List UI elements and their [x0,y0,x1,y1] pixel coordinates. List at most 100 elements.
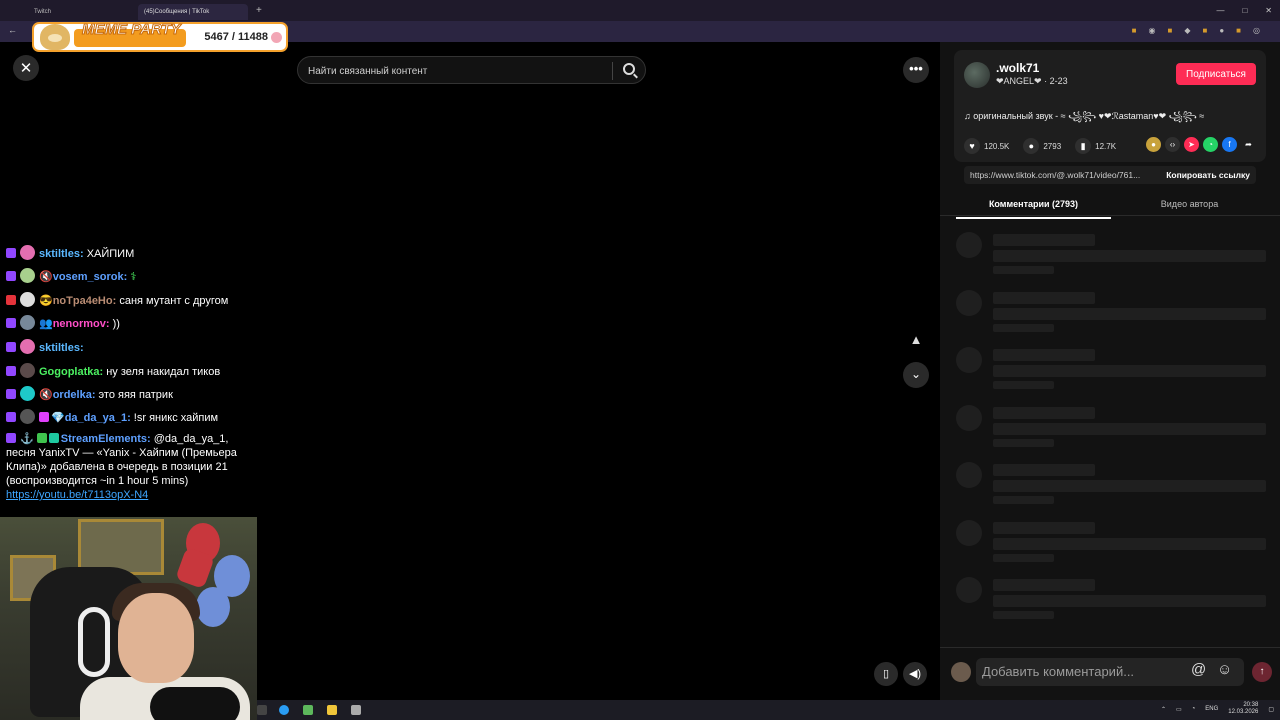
twitch-badge-icon [6,366,16,376]
avatar [20,386,35,401]
avatar [20,292,35,307]
chat-message: sktiltles: ХАЙПИМ [6,245,256,261]
clock-time: 20:38 [1243,702,1259,708]
extension-icon[interactable]: ◎ [1253,26,1260,35]
close-viewer-button[interactable]: ✕ [13,55,39,81]
tab-twitch[interactable]: Twitch [28,4,138,20]
extension-icon[interactable]: ◉ [1149,26,1156,35]
new-tab-button[interactable]: + [256,5,262,16]
chat-link[interactable]: https://youtu.be/t7113opX-N4 [6,489,148,501]
share-coin-icon[interactable]: ● [1146,137,1161,152]
maximize-button[interactable]: □ [1242,6,1247,15]
emoji-icon[interactable]: ☺ [1217,661,1232,678]
balloon [196,587,230,627]
previous-video-button[interactable]: ▲ [907,331,925,349]
back-button[interactable]: ← [8,25,17,35]
microphone [150,687,240,720]
copy-link-button[interactable]: Копировать ссылку [1166,170,1250,180]
meme-party-title: MEME PARTY [82,21,182,39]
window-controls: — □ ✕ [1216,0,1272,21]
whatsapp-icon[interactable]: ◔ [1203,137,1218,152]
taskbar-app-icon[interactable] [351,705,361,715]
screen: Twitch (45)Сообщения | TikTok + — □ ✕ ← … [0,0,1280,720]
comment-button[interactable]: ● 2793 [1023,138,1061,154]
tab-tiktok[interactable]: (45)Сообщения | TikTok [138,4,248,20]
share-send-icon[interactable]: ➤ [1184,137,1199,152]
video-details-panel: .wolk71 ❤ANGEL❤ · 2-23 Подписаться ♫ ори… [940,42,1280,700]
comment-field: @ ☺ [976,658,1244,686]
tray-icon[interactable]: ◔ [1192,706,1196,712]
comment-icon: ● [1023,138,1040,154]
close-window-button[interactable]: ✕ [1265,6,1272,15]
comment-skeleton [956,347,1268,397]
sound-link[interactable]: ♫ оригинальный звук - ≈ ꧁꧂ ♥❤ℛastaman♥❤ … [964,110,1204,128]
extension-icon[interactable]: ■ [1236,26,1241,35]
twitch-badge-icon [6,412,16,422]
mention-icon[interactable]: @ [1191,661,1206,678]
comment-input[interactable] [982,664,1182,679]
extension-icon[interactable]: ■ [1132,26,1137,35]
minimize-button[interactable]: — [1216,6,1224,15]
taskbar-app-icon[interactable] [279,705,289,715]
extension-icon[interactable]: ■ [1167,26,1172,35]
chat-message: sktiltles: [6,339,256,355]
twitch-badge-icon [6,389,16,399]
post-comment-button[interactable]: ↑ [1252,662,1272,682]
related-search-input[interactable] [308,63,608,79]
author-avatar[interactable] [964,62,990,88]
taskbar-app-icon[interactable] [257,705,267,715]
chat-message: 💎da_da_ya_1: !sr яникс хайпим [6,409,256,425]
related-search [297,56,646,84]
embed-icon[interactable]: ‹› [1165,137,1180,152]
tab-comments[interactable]: Комментарии (2793) [956,199,1111,219]
comment-skeleton [956,462,1268,512]
more-options-button[interactable]: ••• [903,57,929,83]
tray-icon[interactable]: ⌃ [1161,706,1166,713]
follow-button[interactable]: Подписаться [1176,63,1256,85]
next-video-button[interactable]: ⌄ [903,362,929,388]
comment-skeleton [956,405,1268,455]
chat-text: ⚕ [127,271,137,283]
heart-icon: ♥ [964,138,980,154]
chat-username: noTpa4eHo: [52,295,117,307]
chat-message: 👥nenormov: )) [6,315,256,331]
tab-creator-videos[interactable]: Видео автора [1112,199,1267,209]
notification-icon[interactable]: ▢ [1268,706,1274,713]
person-face [118,593,194,683]
search-icon[interactable] [623,63,635,75]
video-stats: ♥ 120.5K ● 2793 ▮ 12.7K [964,137,1130,155]
chat-text: саня мутант с другом [116,295,229,307]
comment-count: 2793 [1043,141,1062,151]
chat-username: sktiltles: [39,342,84,354]
mini-player-button[interactable]: ▯ [874,662,898,686]
save-button[interactable]: ▮ 12.7K [1075,138,1116,154]
webcam-feed [0,517,257,720]
taskbar-app-icon[interactable] [303,705,313,715]
chevron-down-icon: ⌄ [910,367,922,381]
extension-icon[interactable]: ◆ [1184,26,1190,35]
browser-tab-bar: Twitch (45)Сообщения | TikTok + — □ ✕ [0,0,1280,21]
taskbar-app-icon[interactable] [327,705,337,715]
language-indicator[interactable]: ENG [1205,706,1218,712]
extension-icon[interactable]: ■ [1202,26,1207,35]
facebook-icon[interactable]: f [1222,137,1237,152]
chat-text: )) [109,318,120,330]
author-name[interactable]: .wolk71 [996,61,1039,75]
tray-icon[interactable]: ▭ [1176,706,1182,713]
chat-message: Gogoplatka: ну зеля накидал тиков [6,363,256,379]
volume-button[interactable]: ◀) [903,662,927,686]
share-arrow-icon[interactable]: ➦ [1241,137,1256,152]
mute-icon: 🔇 [39,271,53,283]
pig-icon [271,32,282,43]
twitch-badge-icon [6,342,16,352]
twitch-badge-icon [6,318,16,328]
doge-icon [40,24,70,50]
youtube-badge-icon [6,295,16,305]
extension-icon[interactable]: ● [1219,26,1224,35]
avatar [20,268,35,283]
search-divider [612,62,613,80]
clock[interactable]: 20:38 12.03.2026 [1228,702,1258,716]
like-button[interactable]: ♥ 120.5K [964,138,1009,154]
volume-icon: ◀) [908,668,922,680]
avatar [20,315,35,330]
